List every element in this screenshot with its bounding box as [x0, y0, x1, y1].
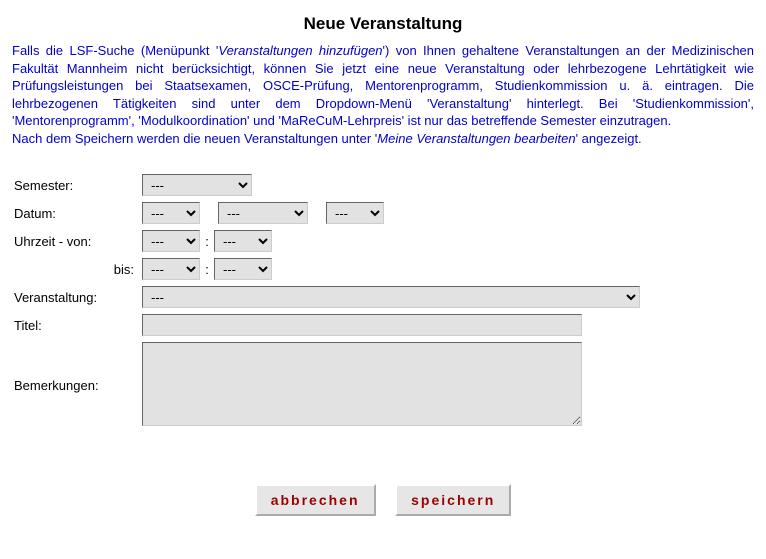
label-date: Datum:: [12, 201, 142, 225]
label-time-from: Uhrzeit - von:: [12, 229, 142, 253]
cancel-button[interactable]: abbrechen: [255, 484, 376, 516]
label-remarks: Bemerkungen:: [12, 341, 142, 430]
info-text: Falls die LSF-Suche (Menüpunkt ': [12, 43, 218, 58]
date-day-select[interactable]: ---: [142, 202, 200, 224]
label-semester: Semester:: [12, 173, 142, 197]
time-to-minute-select[interactable]: ---: [214, 258, 272, 280]
time-separator: :: [200, 234, 214, 249]
info-paragraph: Falls die LSF-Suche (Menüpunkt 'Veransta…: [12, 42, 754, 147]
event-select[interactable]: ---: [142, 286, 640, 308]
remarks-textarea[interactable]: [142, 342, 582, 426]
info-em2: Meine Veranstaltungen bearbeiten: [377, 131, 575, 146]
info-text: Nach dem Speichern werden die neuen Vera…: [12, 131, 377, 146]
date-month-select[interactable]: ---: [218, 202, 308, 224]
info-em1: Veranstaltungen hinzufügen: [218, 43, 382, 58]
info-text: ' angezeigt.: [576, 131, 642, 146]
page-title: Neue Veranstaltung: [12, 14, 754, 34]
label-title: Titel:: [12, 313, 142, 337]
title-input[interactable]: [142, 314, 582, 336]
date-year-select[interactable]: ---: [326, 202, 384, 224]
time-to-hour-select[interactable]: ---: [142, 258, 200, 280]
save-button[interactable]: speichern: [395, 484, 511, 516]
button-row: abbrechen speichern: [12, 484, 754, 516]
label-event: Veranstaltung:: [12, 285, 142, 309]
time-from-minute-select[interactable]: ---: [214, 230, 272, 252]
event-form: Semester: --- Datum: --- --- --- Uhrzeit -…: [12, 169, 640, 434]
time-separator: :: [200, 262, 214, 277]
time-from-hour-select[interactable]: ---: [142, 230, 200, 252]
label-time-to: bis:: [12, 257, 142, 281]
semester-select[interactable]: ---: [142, 174, 252, 196]
